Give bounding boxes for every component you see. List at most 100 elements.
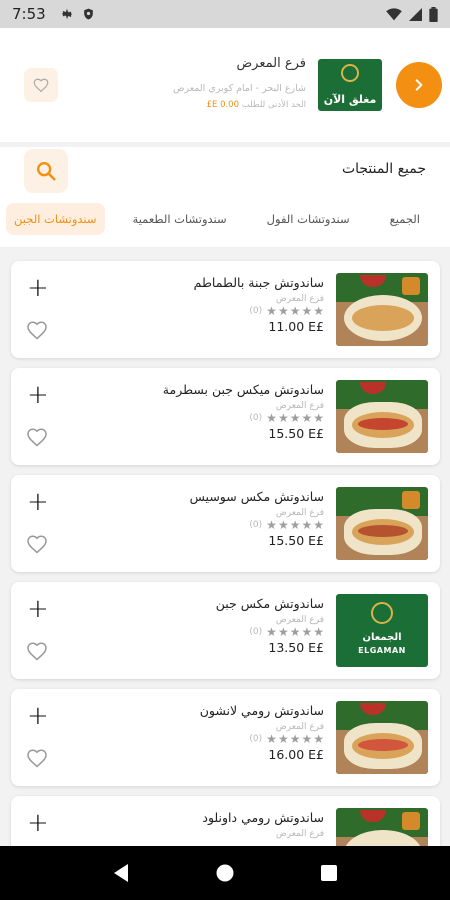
add-to-cart-button[interactable]: + [27, 275, 49, 301]
branch-header: مغلق الآن فرع المعرض شارع البحر - امام ك… [0, 28, 450, 142]
branch-name: فرع المعرض [236, 56, 306, 71]
product-price: 16.00 E£ [268, 747, 324, 762]
product-card[interactable]: ساندوتش مكس سوسيس فرع المعرض (0) ★ ★ ★ ★ ★ 1… [11, 475, 440, 572]
tab-taamia-sandwiches[interactable]: سندوتشات الطعمية [125, 203, 235, 235]
tab-all[interactable]: الجميع [382, 203, 428, 235]
heart-icon[interactable] [24, 746, 50, 770]
product-price: 15.50 E£ [268, 533, 324, 548]
heart-icon[interactable] [24, 425, 50, 449]
product-rating: (0) ★ ★ ★ ★ ★ [84, 412, 324, 424]
add-to-cart-button[interactable]: + [27, 596, 49, 622]
star-icon: ★ [289, 625, 301, 639]
star-icon: ★ [277, 304, 289, 318]
product-image [336, 808, 428, 846]
product-card[interactable]: ساندوتش رومي داونلود فرع المعرض + [11, 796, 440, 846]
product-name: ساندوتش مكس سوسيس [189, 489, 324, 504]
product-rating: (0) ★ ★ ★ ★ ★ [84, 626, 324, 638]
star-icon: ★ [301, 732, 313, 746]
heart-icon[interactable] [24, 639, 50, 663]
product-price: 13.50 E£ [268, 640, 324, 655]
star-icon: ★ [277, 625, 289, 639]
star-icon: ★ [266, 625, 277, 639]
branch-info: فرع المعرض شارع البحر - امام كوبري المعر… [126, 56, 306, 110]
branch-favorite-button[interactable] [24, 68, 58, 102]
product-branch: فرع المعرض [275, 615, 324, 625]
add-to-cart-button[interactable]: + [27, 489, 49, 515]
add-to-cart-button[interactable]: + [27, 703, 49, 729]
star-icon: ★ [266, 304, 277, 318]
branch-address: شارع البحر - امام كوبري المعرض [172, 83, 306, 94]
star-icon: ★ [301, 518, 313, 532]
product-image [336, 701, 428, 774]
rating-count: (0) [249, 413, 263, 423]
product-price: 15.50 E£ [268, 426, 324, 441]
product-image [336, 273, 428, 346]
star-icon: ★ [277, 518, 289, 532]
product-branch: فرع المعرض [275, 722, 324, 732]
star-icon: ★ [289, 411, 301, 425]
product-branch: فرع المعرض [275, 829, 324, 839]
gear-icon [61, 8, 72, 20]
product-name: ساندوتش جبنة بالطماطم [193, 275, 324, 290]
category-tabs: الجميع سندوتشات الفول سندوتشات الطعمية س… [6, 203, 428, 235]
shield-icon [83, 8, 93, 20]
wifi-icon [386, 7, 402, 20]
products-title: جميع المنتجات [341, 161, 426, 177]
product-name: ساندوتش مكس جبن [215, 596, 324, 611]
heart-icon[interactable] [24, 318, 50, 342]
product-name: ساندوتش رومي داونلود [202, 810, 324, 825]
rating-count: (0) [249, 520, 263, 530]
star-icon: ★ [266, 411, 277, 425]
add-to-cart-button[interactable]: + [27, 810, 49, 836]
product-image: الجمعان ELGAMAN [336, 594, 428, 667]
product-price: 11.00 E£ [268, 319, 324, 334]
product-image [336, 487, 428, 560]
product-name: ساندوتش رومي لانشون [199, 703, 324, 718]
product-card[interactable]: الجمعان ELGAMAN ساندوتش مكس جبن فرع المع… [11, 582, 440, 679]
star-icon: ★ [277, 732, 289, 746]
status-time: 7:53 [12, 5, 46, 23]
rating-count: (0) [249, 627, 263, 637]
star-icon: ★ [313, 518, 324, 532]
star-icon: ★ [289, 304, 301, 318]
product-rating: (0) ★ ★ ★ ★ ★ [84, 733, 324, 745]
min-order-value: 0.00 E£ [206, 100, 239, 110]
star-icon: ★ [313, 625, 324, 639]
tab-foul-sandwiches[interactable]: سندوتشات الفول [259, 203, 358, 235]
search-button[interactable] [24, 149, 68, 193]
brand-emblem-icon [341, 64, 359, 82]
star-icon: ★ [266, 732, 277, 746]
star-icon: ★ [301, 304, 313, 318]
chevron-right-icon [415, 79, 423, 91]
battery-icon [429, 6, 438, 22]
heart-icon [33, 78, 49, 93]
product-list: ساندوتش جبنة بالطماطم فرع المعرض (0) ★ ★ ★… [0, 250, 450, 846]
star-icon: ★ [313, 411, 324, 425]
tab-cheese-sandwiches[interactable]: سندوتشات الجبن [6, 203, 105, 235]
product-branch: فرع المعرض [275, 401, 324, 411]
back-icon[interactable] [112, 863, 130, 883]
product-rating: (0) ★ ★ ★ ★ ★ [84, 305, 324, 317]
product-image [336, 380, 428, 453]
brand-logo: الجمعان ELGAMAN [336, 594, 428, 667]
search-icon [37, 162, 56, 181]
recents-icon[interactable] [320, 864, 338, 882]
rating-count: (0) [249, 734, 263, 744]
heart-icon[interactable] [24, 532, 50, 556]
add-to-cart-button[interactable]: + [27, 382, 49, 408]
branch-logo: مغلق الآن [318, 59, 382, 111]
product-card[interactable]: ساندوتش ميكس جبن بسطرمة فرع المعرض (0) ★… [11, 368, 440, 465]
product-name: ساندوتش ميكس جبن بسطرمة [162, 382, 324, 397]
product-rating: (0) ★ ★ ★ ★ ★ [84, 519, 324, 531]
back-button[interactable] [396, 62, 442, 108]
logo-text-ar: الجمعان [362, 632, 402, 643]
product-card[interactable]: ساندوتش رومي لانشون فرع المعرض (0) ★ ★ ★ ★ ★… [11, 689, 440, 786]
home-icon[interactable] [215, 863, 235, 883]
star-icon: ★ [301, 625, 313, 639]
product-card[interactable]: ساندوتش جبنة بالطماطم فرع المعرض (0) ★ ★ ★… [11, 261, 440, 358]
rating-count: (0) [249, 306, 263, 316]
star-icon: ★ [301, 411, 313, 425]
star-icon: ★ [313, 304, 324, 318]
product-branch: فرع المعرض [275, 508, 324, 518]
star-icon: ★ [289, 518, 301, 532]
